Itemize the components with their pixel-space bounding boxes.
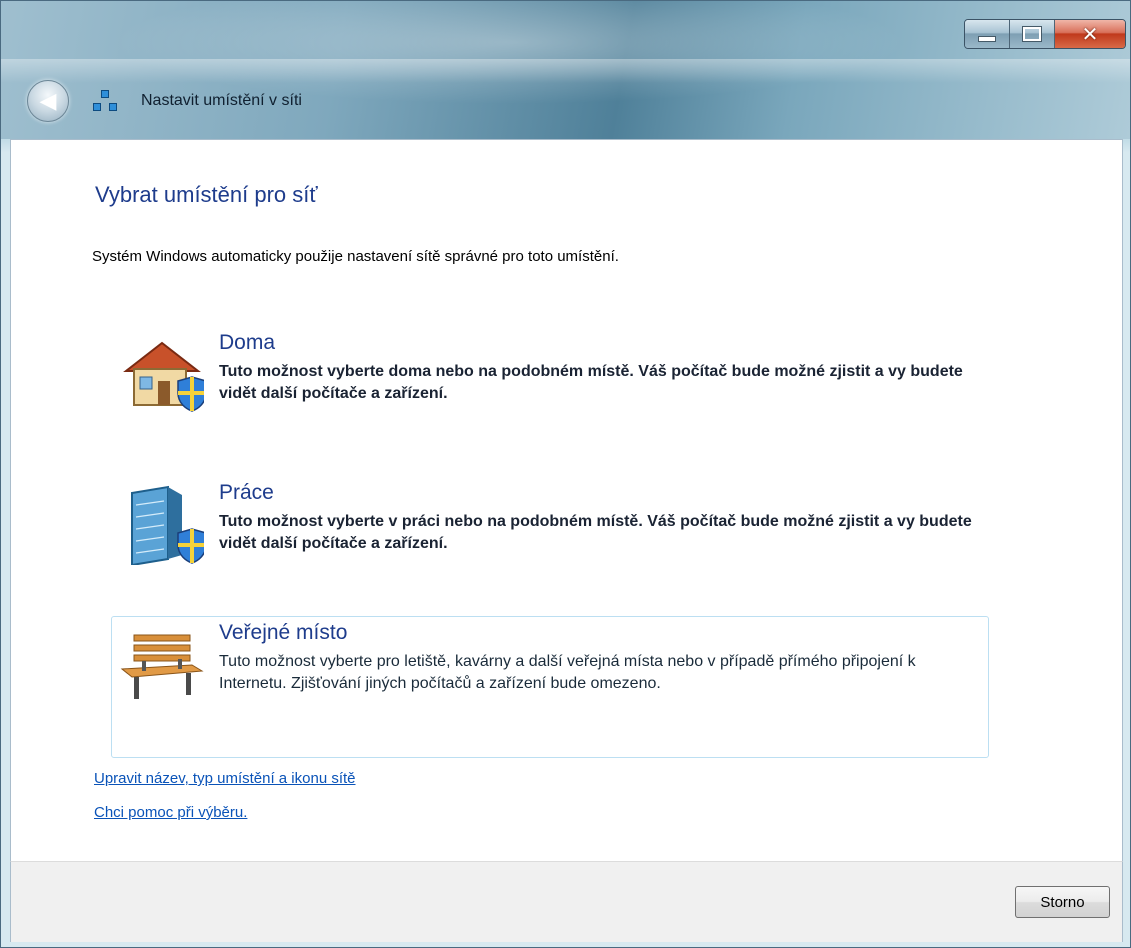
network-icon	[93, 90, 119, 112]
option-home[interactable]: Doma Tuto možnost vyberte doma nebo na p…	[111, 326, 989, 438]
option-public-description: Tuto možnost vyberte pro letiště, kavárn…	[219, 653, 916, 692]
intro-text: Systém Windows automaticky použije nasta…	[92, 248, 619, 265]
maximize-icon	[1022, 26, 1042, 42]
caption-buttons: ✕	[964, 19, 1126, 49]
customize-network-link[interactable]: Upravit název, typ umístění a ikonu sítě	[94, 770, 356, 787]
page-title: Vybrat umístění pro síť	[95, 182, 318, 207]
minimize-icon	[978, 36, 996, 42]
option-work-description: Tuto možnost vyberte v práci nebo na pod…	[219, 513, 972, 552]
cancel-button[interactable]: Storno	[1015, 886, 1110, 918]
footer-bar: Storno	[10, 861, 1123, 942]
option-home-title: Doma	[219, 331, 276, 354]
minimize-button[interactable]	[965, 20, 1010, 48]
window-title: Nastavit umístění v síti	[141, 92, 302, 109]
content-area: Vybrat umístění pro síť Systém Windows a…	[10, 139, 1123, 862]
option-home-description: Tuto možnost vyberte doma nebo na podobn…	[219, 363, 963, 402]
home-icon	[123, 341, 204, 412]
park-bench-icon	[120, 634, 204, 699]
option-work-title: Práce	[219, 481, 274, 504]
option-public-title: Veřejné místo	[219, 621, 348, 644]
option-work[interactable]: Práce Tuto možnost vyberte v práci nebo …	[111, 476, 989, 588]
close-button[interactable]: ✕	[1055, 20, 1125, 48]
close-icon: ✕	[1081, 22, 1099, 46]
office-building-icon	[131, 485, 204, 565]
help-choose-link[interactable]: Chci pomoc při výběru.	[94, 804, 247, 821]
maximize-button[interactable]	[1010, 20, 1055, 48]
navigation-row: ◀ Nastavit umístění v síti	[27, 79, 302, 123]
option-public[interactable]: Veřejné místo Tuto možnost vyberte pro l…	[111, 616, 989, 758]
back-button[interactable]: ◀	[27, 80, 69, 122]
back-arrow-icon: ◀	[39, 88, 57, 114]
dialog-window: ✕ ◀ Nastavit umístění v síti Vybrat umís…	[0, 0, 1131, 948]
